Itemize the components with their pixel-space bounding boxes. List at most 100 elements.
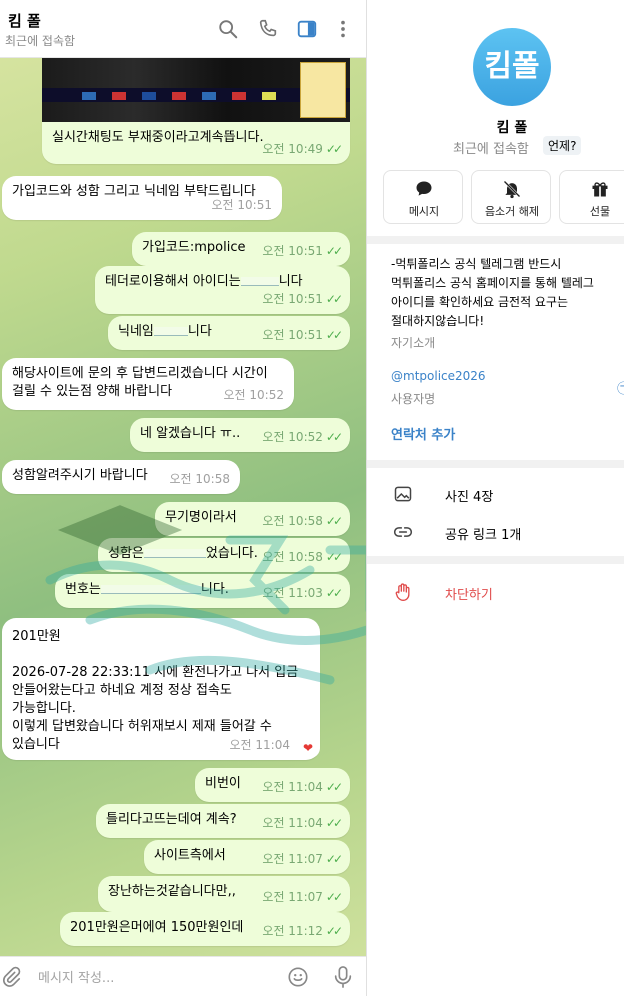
- chat-bubble-icon: [414, 179, 434, 199]
- when-button[interactable]: 언제?: [543, 136, 582, 155]
- profile-username[interactable]: @mtpolice2026: [391, 369, 486, 383]
- chat-title[interactable]: 킴 폴: [8, 10, 41, 31]
- message-time: 오전 11:04 ✓✓: [262, 780, 343, 794]
- emoji-icon[interactable]: [287, 966, 309, 988]
- block-user-button[interactable]: 차단하기: [367, 574, 624, 610]
- message-text: 테더로이용해서 아이디는: [105, 274, 241, 289]
- message-text: 네 알겠습니다 ㅠ..: [140, 426, 241, 441]
- photos-row[interactable]: 사진 4장: [367, 476, 624, 512]
- message-time: 오전 11:04: [229, 738, 290, 752]
- message-text: 성함알려주시기 바랍니다: [12, 468, 148, 483]
- gift-icon: [590, 179, 610, 199]
- message-bubble[interactable]: 가입코드와 성함 그리고 닉네임 부탁드립니다 오전 10:51: [2, 176, 282, 220]
- paperclip-icon[interactable]: [0, 966, 22, 988]
- message-bubble[interactable]: 성함은 었습니다. 오전 10:58 ✓✓: [98, 538, 350, 572]
- read-ticks-icon: ✓✓: [325, 816, 343, 830]
- read-ticks-icon: ✓✓: [325, 430, 343, 444]
- bell-muted-icon: [502, 179, 522, 199]
- telegram-window: 킴 폴 최근에 접속함 실시간채팅도 부재중이라고계속뜹니다. 오전 10:49…: [0, 0, 624, 996]
- message-input[interactable]: 메시지 작성...: [38, 967, 114, 986]
- read-ticks-icon: ✓✓: [325, 292, 343, 306]
- message-bubble[interactable]: 가입코드:mpolice 오전 10:51 ✓✓: [132, 232, 350, 266]
- chat-status: 최근에 접속함: [5, 34, 76, 48]
- add-contact-button[interactable]: 연락처 추가: [391, 424, 455, 443]
- message-time: 오전 11:07 ✓✓: [262, 852, 343, 866]
- link-icon: [393, 522, 413, 542]
- heart-reaction-icon[interactable]: ❤: [296, 738, 320, 758]
- qr-code-icon[interactable]: ㉠: [617, 378, 624, 397]
- divider: [367, 556, 624, 564]
- message-bubble[interactable]: 해당사이트에 문의 후 답변드리겠습니다 시간이 걸릴 수 있는점 양해 바랍니…: [2, 358, 294, 410]
- message-bubble[interactable]: 닉네임 니다 오전 10:51 ✓✓: [108, 316, 350, 350]
- read-ticks-icon: ✓✓: [325, 924, 343, 938]
- read-ticks-icon: ✓✓: [325, 514, 343, 528]
- read-ticks-icon: ✓✓: [325, 328, 343, 342]
- read-ticks-icon: ✓✓: [325, 244, 343, 258]
- message-bubble[interactable]: 실시간채팅도 부재중이라고계속뜹니다. 오전 10:49 ✓✓: [42, 122, 350, 164]
- message-text: 장난하는것같습니다만,,: [108, 884, 236, 899]
- message-time: 오전 10:52 ✓✓: [262, 430, 343, 444]
- unmute-button[interactable]: 음소거 해제: [471, 170, 551, 224]
- read-ticks-icon: ✓✓: [325, 586, 343, 600]
- microphone-icon[interactable]: [332, 965, 354, 989]
- message-bubble[interactable]: 무기명이라서 오전 10:58 ✓✓: [155, 502, 350, 536]
- message-time: 오전 11:04 ✓✓: [262, 816, 343, 830]
- message-bubble[interactable]: 201만원은머에여 150만원인데 오전 11:12 ✓✓: [60, 912, 350, 946]
- phone-icon[interactable]: [257, 18, 279, 40]
- message-bubble[interactable]: 사이트측에서 오전 11:07 ✓✓: [144, 840, 350, 874]
- message-bubble[interactable]: 비번이 오전 11:04 ✓✓: [195, 768, 350, 802]
- message-text: 무기명이라서: [165, 510, 237, 525]
- more-vertical-icon[interactable]: [332, 18, 354, 40]
- hand-stop-icon: [393, 582, 413, 602]
- screenshot-thumbnail[interactable]: [42, 58, 350, 122]
- message-text: 사이트측에서: [154, 848, 226, 863]
- message-text: 틀리다고뜨는데여 계속?: [106, 812, 237, 827]
- message-time: 오전 10:58: [169, 472, 230, 486]
- divider: [367, 460, 624, 468]
- message-text: 번호는: [65, 582, 101, 597]
- search-icon[interactable]: [217, 18, 239, 40]
- message-bubble[interactable]: 번호는 니다. 오전 11:03 ✓✓: [55, 574, 350, 608]
- message-bubble[interactable]: 성함알려주시기 바랍니다 오전 10:58: [2, 460, 240, 494]
- read-ticks-icon: ✓✓: [325, 852, 343, 866]
- read-ticks-icon: ✓✓: [325, 550, 343, 564]
- avatar[interactable]: 킴폴: [473, 28, 551, 106]
- links-row[interactable]: 공유 링크 1개: [367, 514, 624, 550]
- bio-caption: 자기소개: [391, 336, 436, 350]
- read-ticks-icon: ✓✓: [325, 780, 343, 794]
- message-bubble[interactable]: 틀리다고뜨는데여 계속? 오전 11:04 ✓✓: [96, 804, 350, 838]
- redacted-text: [153, 327, 188, 336]
- gift-button[interactable]: 선물: [559, 170, 624, 224]
- message-time: 오전 10:58 ✓✓: [262, 550, 343, 564]
- message-bubble[interactable]: 네 알겠습니다 ㅠ.. 오전 10:52 ✓✓: [130, 418, 350, 452]
- sidebar-toggle-icon[interactable]: [296, 18, 318, 40]
- message-button[interactable]: 메시지: [383, 170, 463, 224]
- message-text: 성함은: [108, 546, 144, 561]
- message-text: 201만원 2026-07-28 22:33:11 시에 환전나가고 나서 입금…: [12, 629, 299, 752]
- message-text: 닉네임: [118, 324, 154, 339]
- message-time: 오전 10:58 ✓✓: [262, 514, 343, 528]
- photo-icon: [393, 484, 413, 504]
- profile-name: 킴 폴: [496, 120, 528, 136]
- profile-status: 최근에 접속함: [453, 142, 529, 157]
- message-text: 비번이: [205, 776, 241, 791]
- profile-panel: 킴폴 킴 폴 최근에 접속함 언제? 메시지 음소거 해제 선물 -먹튀폴리스 …: [366, 0, 624, 996]
- message-time: 오전 10:51: [211, 198, 272, 212]
- read-ticks-icon: ✓✓: [325, 890, 343, 904]
- profile-bio: -먹튀폴리스 공식 텔레그램 반드시 먹튀폴리스 공식 홈페이지를 통해 텔레그…: [391, 257, 594, 328]
- chat-panel: 킴 폴 최근에 접속함 실시간채팅도 부재중이라고계속뜹니다. 오전 10:49…: [0, 0, 366, 996]
- redacted-text: [100, 585, 201, 594]
- message-list[interactable]: 실시간채팅도 부재중이라고계속뜹니다. 오전 10:49 ✓✓ 가입코드와 성함 …: [0, 58, 366, 956]
- message-time: 오전 10:49 ✓✓: [262, 142, 343, 156]
- read-ticks-icon: ✓✓: [325, 142, 343, 156]
- message-time: 오전 10:52: [223, 388, 284, 402]
- message-bubble[interactable]: 테더로이용해서 아이디는 니다 오전 10:51 ✓✓: [95, 266, 350, 314]
- message-bubble[interactable]: 201만원 2026-07-28 22:33:11 시에 환전나가고 나서 입금…: [2, 618, 320, 760]
- message-time: 오전 11:12 ✓✓: [262, 924, 343, 938]
- message-time: 오전 11:03 ✓✓: [262, 586, 343, 600]
- message-time: 오전 10:51 ✓✓: [262, 292, 343, 306]
- divider: [367, 236, 624, 244]
- image-message[interactable]: [42, 58, 350, 122]
- message-text: 가입코드:mpolice: [142, 240, 246, 255]
- message-bubble[interactable]: 장난하는것같습니다만,, 오전 11:07 ✓✓: [98, 876, 350, 912]
